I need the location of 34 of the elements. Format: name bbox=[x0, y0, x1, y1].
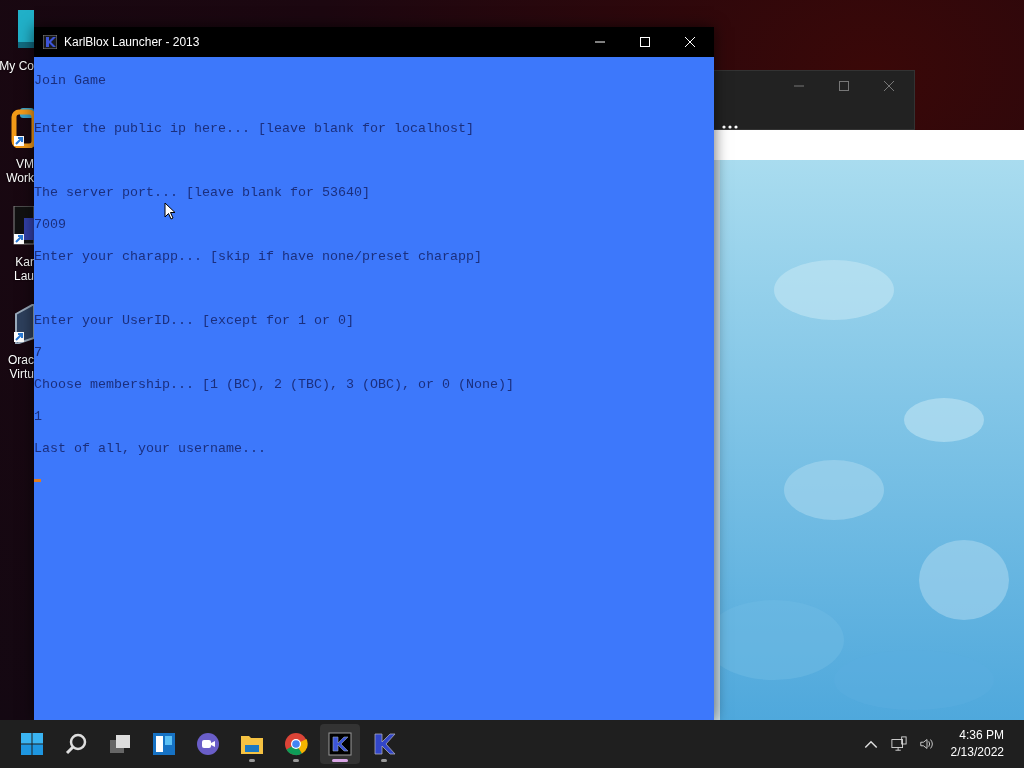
widgets-icon bbox=[152, 732, 176, 756]
console-line: 1 bbox=[34, 409, 42, 425]
letter-logo-icon bbox=[372, 732, 396, 756]
icon-label: Work bbox=[6, 171, 34, 185]
letter-logo-icon bbox=[43, 35, 57, 49]
window-title: KarlBlox Launcher - 2013 bbox=[64, 35, 200, 49]
console-line: Choose membership... [1 (BC), 2 (TBC), 3 (OBC), or 0 (None)] bbox=[34, 377, 514, 393]
browser-logo-icon bbox=[284, 732, 308, 756]
console-line: The server port... [leave blank for 53640] bbox=[34, 185, 370, 201]
icon-label: Kar bbox=[15, 255, 34, 269]
console-line: Enter your UserID... [except for 1 or 0] bbox=[34, 313, 354, 329]
task-view-icon bbox=[108, 732, 132, 756]
icon-label: My Co bbox=[0, 59, 34, 73]
mouse-pointer-icon bbox=[164, 202, 176, 220]
icon-label: VM bbox=[16, 157, 34, 171]
letter-logo-icon bbox=[328, 732, 352, 756]
console-line: Enter the public ip here... [leave blank for localhost] bbox=[34, 121, 474, 137]
icon-label: Lau bbox=[13, 269, 34, 283]
search-icon bbox=[64, 732, 88, 756]
console-line: Join Game bbox=[34, 73, 106, 89]
console-line: 7009 bbox=[34, 217, 66, 233]
clock[interactable]: 4:36 PM 2/13/2022 bbox=[950, 727, 1004, 761]
text-cursor bbox=[34, 479, 41, 482]
windows-logo-icon bbox=[20, 732, 44, 756]
console-line: 7 bbox=[34, 345, 42, 361]
volume-icon[interactable] bbox=[918, 736, 935, 752]
console-line: Last of all, your username... bbox=[34, 441, 266, 457]
network-icon[interactable] bbox=[890, 736, 907, 752]
icon-label: Orac bbox=[8, 353, 34, 367]
taskbar-button[interactable] bbox=[320, 724, 360, 764]
icon-label: Virtu bbox=[9, 367, 34, 381]
more-icon[interactable] bbox=[722, 125, 738, 129]
video-chat-icon bbox=[196, 732, 220, 756]
console-line: Enter your charapp... [skip if have none/preset charapp] bbox=[34, 249, 482, 264]
